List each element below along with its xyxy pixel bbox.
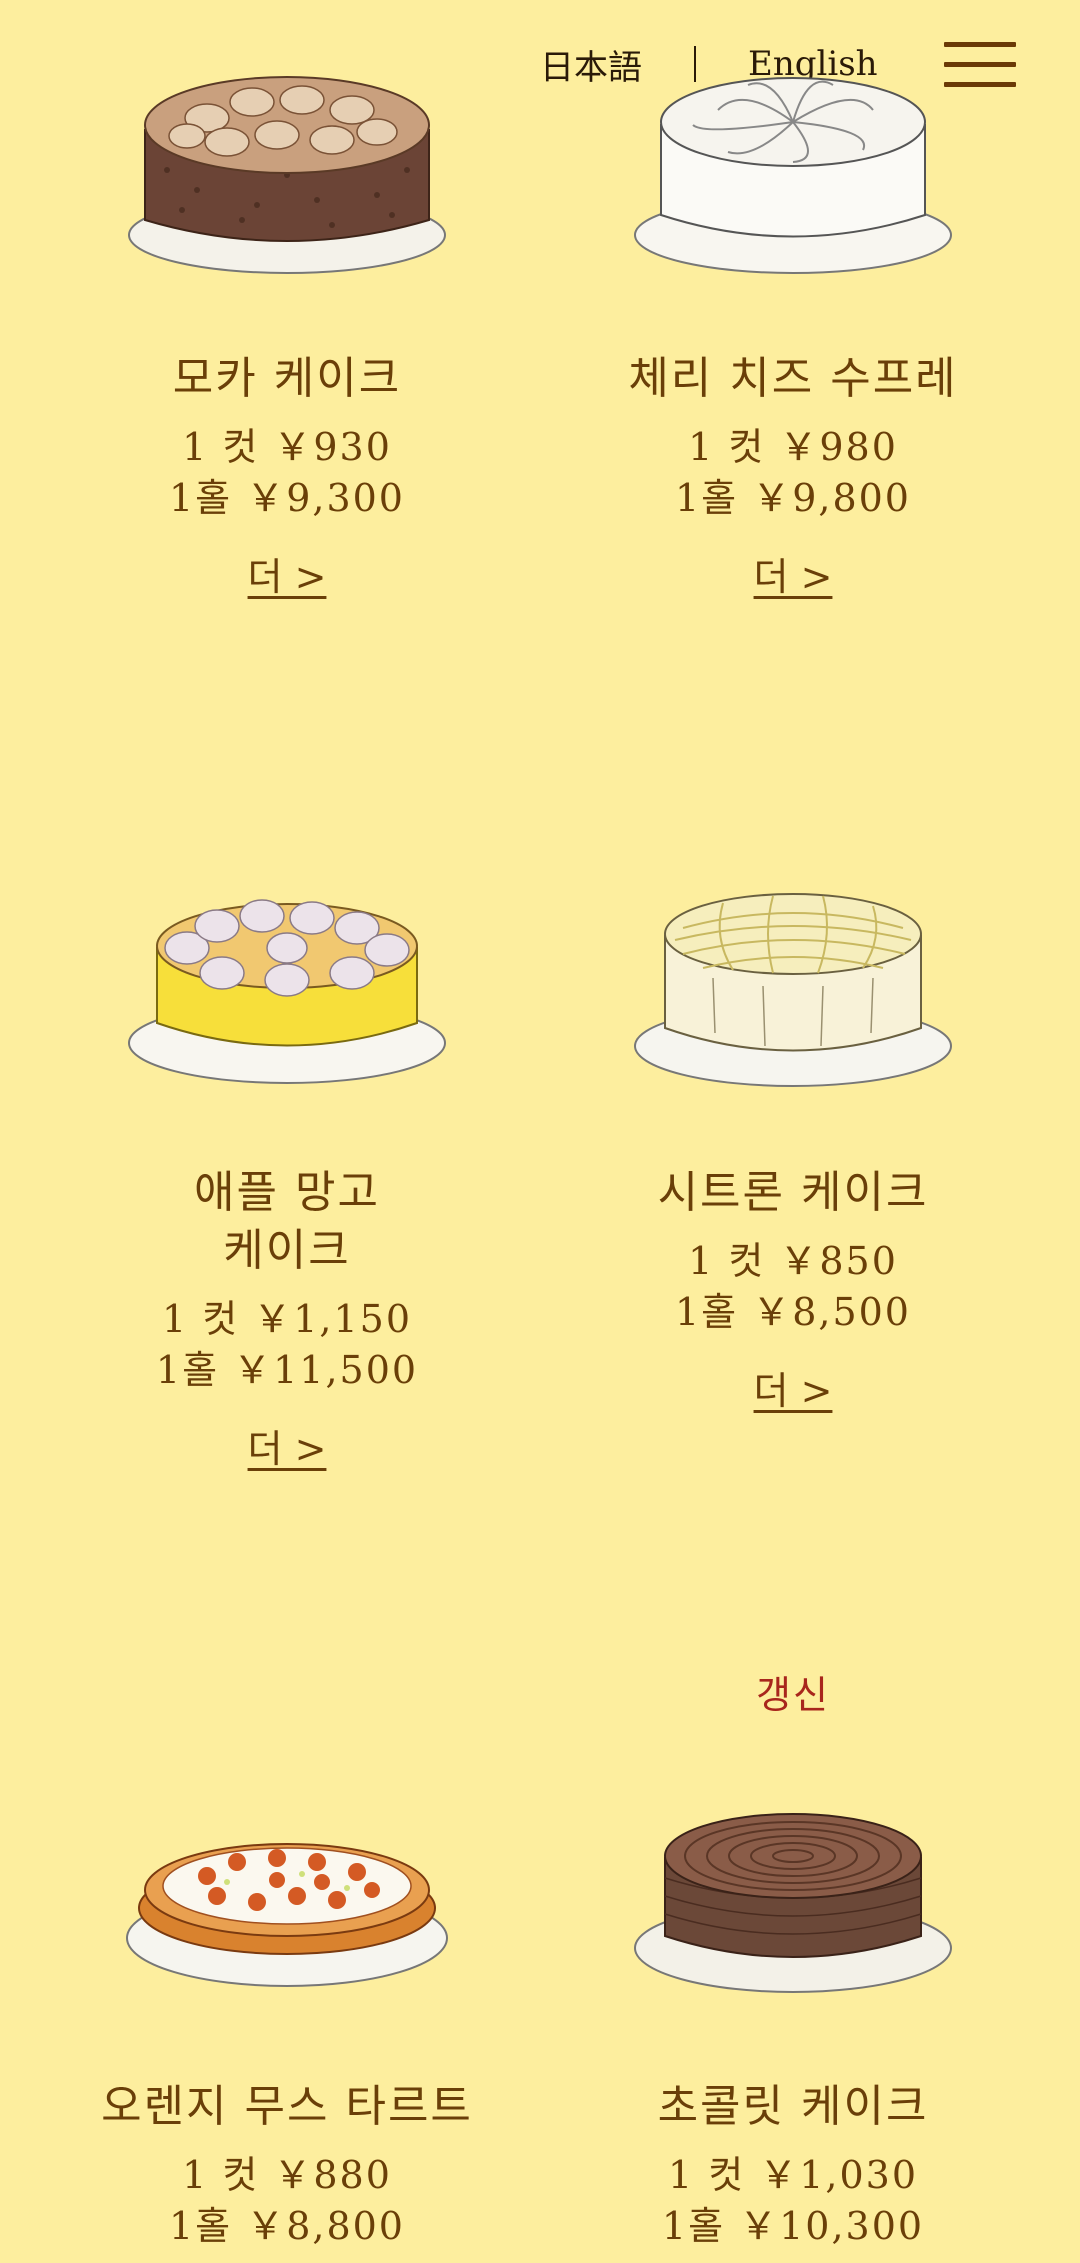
orange-mousse-tart-image	[126, 1843, 448, 1987]
product-name-line-2: 케이크	[223, 1225, 351, 1276]
cherry-cheese-souffle-image	[634, 77, 952, 274]
apple-mango-cake-image	[128, 899, 446, 1084]
citron-cake-image	[634, 893, 952, 1087]
more-link[interactable]: 더 >	[754, 1360, 833, 1415]
price-whole: 1홀 ￥9,300	[168, 476, 405, 520]
mocha-cake-image	[128, 76, 446, 274]
more-link[interactable]: 더 >	[754, 546, 833, 601]
product-card-apple-mango: 애플 망고 케이크 1 컷 ￥1,150 1홀 ￥11,500 더 >	[57, 868, 517, 1473]
price-cut: 1 컷 ￥980	[688, 425, 898, 469]
product-name: 초콜릿 케이크	[657, 2081, 929, 2132]
price-whole: 1홀 ￥8,500	[674, 1290, 911, 1334]
chocolate-cake-image	[634, 1813, 952, 1993]
product-name-line-1: 애플 망고	[194, 1167, 380, 1218]
product-card-citron: 시트론 케이크 1 컷 ￥850 1홀 ￥8,500 더 >	[563, 868, 1023, 1415]
product-name: 애플 망고 케이크	[57, 1164, 517, 1280]
product-card-orange-mousse-tart: 오렌지 무스 타르트 1 컷 ￥880 1홀 ￥8,800	[57, 1778, 517, 2252]
product-card-mocha: 모카 케이크 1 컷 ￥930 1홀 ￥9,300 더 >	[57, 30, 517, 601]
product-name: 모카 케이크	[172, 353, 402, 404]
product-card-chocolate: 초콜릿 케이크 1 컷 ￥1,030 1홀 ￥10,300	[563, 1778, 1023, 2252]
price-whole: 1홀 ￥11,500	[155, 1348, 419, 1392]
more-link[interactable]: 더 >	[248, 546, 327, 601]
price-whole: 1홀 ￥8,800	[168, 2204, 405, 2248]
price-whole: 1홀 ￥9,800	[674, 476, 911, 520]
price-whole: 1홀 ￥10,300	[661, 2204, 925, 2248]
price-cut: 1 컷 ￥930	[182, 425, 392, 469]
more-link[interactable]: 더 >	[248, 1418, 327, 1473]
price-cut: 1 컷 ￥880	[182, 2153, 392, 2197]
product-name: 오렌지 무스 타르트	[101, 2081, 473, 2132]
product-card-cherry-cheese-souffle: 체리 치즈 수프레 1 컷 ￥980 1홀 ￥9,800 더 >	[563, 30, 1023, 601]
price-cut: 1 컷 ￥1,150	[161, 1297, 413, 1341]
price-cut: 1 컷 ￥1,030	[667, 2153, 919, 2197]
updated-badge: 갱신	[756, 1673, 830, 1717]
product-name: 시트론 케이크	[657, 1167, 929, 1218]
product-name: 체리 치즈 수프레	[628, 353, 958, 404]
price-cut: 1 컷 ￥850	[688, 1239, 898, 1283]
